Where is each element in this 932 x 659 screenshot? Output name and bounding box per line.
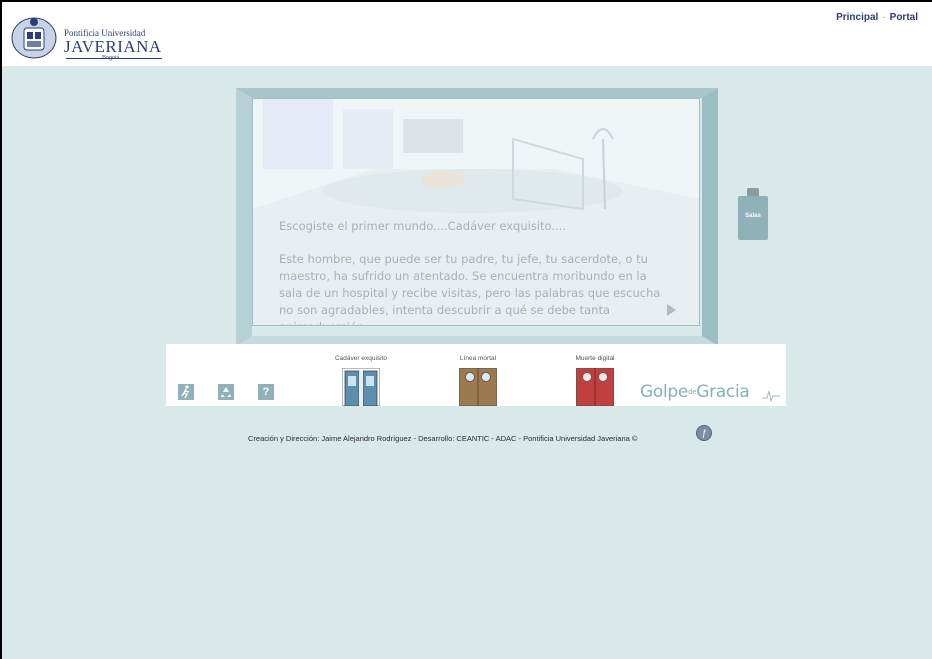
flash-player-icon[interactable]: ƒ	[696, 425, 712, 441]
play-arrow-icon[interactable]	[667, 304, 676, 316]
nav-link-principal[interactable]: Principal	[836, 12, 878, 23]
story-scene: Escogiste el primer mundo....Cadáver exq…	[252, 98, 700, 326]
door-label-muerte: Muerte digital	[575, 355, 615, 362]
logo-line-2: JAVERIANA	[64, 37, 162, 56]
scene-story-text: Este hombre, que puede ser tu padre, tu …	[279, 252, 661, 325]
heartbeat-icon	[762, 390, 780, 402]
brand-right: Gracia	[696, 382, 750, 402]
door-linea-mortal[interactable]	[459, 368, 497, 406]
door-label-cadaver: Cadáver exquisito	[334, 355, 388, 362]
logo-line-3: Bogotá	[102, 55, 120, 61]
credits-text: Creación y Dirección: Jaime Alejandro Ro…	[248, 434, 638, 443]
crest-icon	[11, 17, 57, 59]
top-navigation: Principal · Portal	[836, 12, 918, 23]
salas-label: Salas	[745, 213, 761, 219]
main-stage: Escogiste el primer mundo....Cadáver exq…	[2, 66, 932, 659]
door-label-linea: Línea mortal	[459, 355, 497, 362]
scene-intro-text: Escogiste el primer mundo....Cadáver exq…	[279, 219, 566, 233]
nav-link-portal[interactable]: Portal	[890, 12, 918, 23]
recycle-icon[interactable]	[218, 384, 234, 400]
site-header: Pontificia Universidad JAVERIANA Bogotá …	[2, 2, 932, 66]
salas-button[interactable]: Salas	[738, 188, 768, 240]
exit-running-man-icon[interactable]	[178, 384, 194, 400]
world-selector-bar: ? Cadáver exquisito Línea mortal Muerte …	[166, 344, 786, 406]
brand-left: Golpe	[640, 382, 689, 402]
brand-mid: de	[688, 388, 697, 396]
nav-separator: ·	[882, 12, 886, 23]
door-muerte-digital[interactable]	[576, 368, 614, 406]
door-cadaver-exquisito[interactable]	[342, 368, 380, 406]
golpe-de-gracia-logo: GolpedeGracia	[640, 382, 750, 402]
help-icon[interactable]: ?	[258, 384, 274, 400]
university-logo[interactable]: Pontificia Universidad JAVERIANA Bogotá	[10, 14, 170, 61]
